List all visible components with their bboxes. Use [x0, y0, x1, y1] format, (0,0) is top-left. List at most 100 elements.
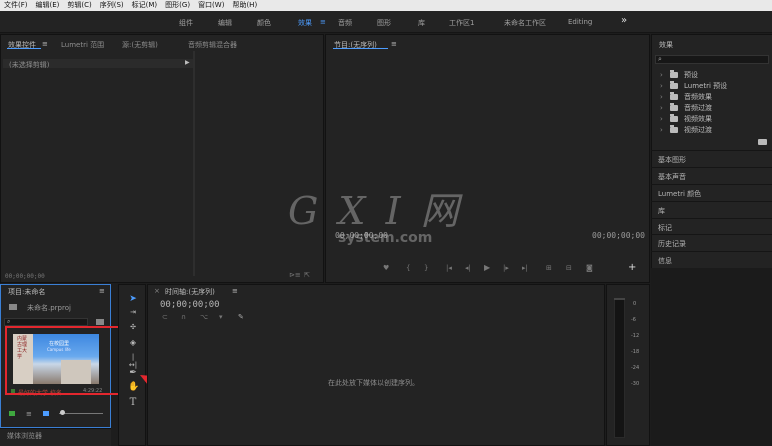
effect-controls-timecode[interactable]: 00;00;00;00	[5, 273, 45, 280]
panel-divider	[193, 51, 195, 276]
nest-toggle-icon[interactable]: ⊂	[162, 313, 168, 321]
add-marker-icon[interactable]: ▾	[219, 313, 223, 321]
folder-icon	[670, 70, 678, 78]
slip-tool-icon[interactable]: |↔|	[128, 353, 138, 369]
project-file-icon	[9, 304, 17, 310]
menu-clip[interactable]: 剪辑(C)	[63, 0, 95, 11]
zoom-slider[interactable]	[59, 413, 103, 414]
ripple-edit-tool-icon[interactable]: ✣	[128, 323, 138, 331]
tab-menu-icon[interactable]: ≡	[42, 40, 48, 48]
timeline-title[interactable]: 时间轴:(无序列)	[165, 287, 215, 297]
add-button-icon[interactable]: +	[628, 262, 636, 273]
panel-markers[interactable]: 标记	[651, 218, 772, 234]
step-back-icon[interactable]: ◂|	[465, 264, 471, 272]
linked-selection-icon[interactable]: ⌥	[200, 313, 208, 321]
tab-source[interactable]: 源:(无剪辑)	[122, 40, 158, 50]
chevron-right-icon: ›	[660, 126, 663, 134]
workspace-tab-editing[interactable]: 编辑	[218, 18, 232, 28]
menu-graphics[interactable]: 图形(G)	[161, 0, 194, 11]
panel-lumetri-color[interactable]: Lumetri 颜色	[651, 184, 772, 200]
no-clip-label: (未选择剪辑)	[9, 61, 50, 69]
no-clip-bar: (未选择剪辑) ▶	[3, 59, 193, 69]
effects-item-presets[interactable]: › 预设	[660, 70, 698, 80]
zoom-slider-handle[interactable]	[60, 410, 65, 415]
play-icon[interactable]: ▶	[484, 263, 490, 272]
lift-icon[interactable]: ⊞	[546, 264, 552, 272]
hand-tool-icon[interactable]: ✋	[128, 382, 139, 392]
go-to-in-icon[interactable]: |◂	[446, 264, 452, 272]
type-tool-icon[interactable]: T	[128, 397, 138, 408]
tab-lumetri-scopes[interactable]: Lumetri 范围	[61, 40, 104, 50]
watermark-site: system.com	[338, 230, 433, 246]
panel-essential-sound[interactable]: 基本声音	[651, 167, 772, 183]
workspace-tab-libraries[interactable]: 库	[418, 18, 425, 28]
effects-item-video-effects[interactable]: › 视频效果	[660, 114, 712, 124]
menu-file[interactable]: 文件(F)	[0, 0, 32, 11]
workspace-tab-color[interactable]: 颜色	[257, 18, 271, 28]
timeline-settings-icon[interactable]: ✎	[238, 313, 244, 321]
mark-in-icon[interactable]: {	[406, 264, 410, 272]
program-timecode-right: 00;00;00;00	[592, 231, 645, 240]
chevron-right-icon: ›	[660, 93, 663, 101]
menu-window[interactable]: 窗口(W)	[194, 0, 228, 11]
effects-item-audio-transitions[interactable]: › 音频过渡	[660, 103, 712, 113]
active-tab-underline	[7, 48, 41, 49]
more-workspaces-icon[interactable]: »	[621, 15, 627, 26]
export-icon[interactable]: ⇱	[304, 271, 310, 279]
empty-dock-area	[651, 268, 772, 446]
effect-controls-panel: 效果控件 ≡ Lumetri 范围 源:(无剪辑) 音频剪辑混合器 (未选择剪辑…	[0, 34, 324, 283]
list-view-icon[interactable]: ≡	[26, 410, 32, 418]
filter-bin-icon[interactable]	[96, 319, 104, 325]
panel-info[interactable]: 信息	[651, 251, 772, 267]
tab-media-browser[interactable]: 媒体浏览器	[7, 431, 42, 441]
project-search-input[interactable]: ⌕	[4, 318, 88, 326]
effects-item-lumetri-presets[interactable]: › Lumetri 预设	[660, 81, 727, 91]
workspace-tab-untitled[interactable]: 未命名工作区	[504, 18, 546, 28]
selection-tool-icon[interactable]: ➤	[128, 294, 138, 304]
step-forward-icon[interactable]: |▸	[503, 264, 509, 272]
menu-marker[interactable]: 标记(M)	[128, 0, 162, 11]
workspace-tab-editing-en[interactable]: Editing	[568, 18, 592, 26]
close-tab-icon[interactable]: ×	[154, 287, 160, 295]
icon-view-icon[interactable]	[43, 411, 49, 416]
effects-search-input[interactable]: ⌕	[655, 55, 769, 64]
workspace-tab-effects[interactable]: 效果	[298, 18, 312, 28]
razor-tool-icon[interactable]: ◈	[128, 338, 138, 347]
timeline-timecode[interactable]: 00;00;00;00	[160, 300, 220, 310]
meter-tick-18: -18	[631, 349, 640, 355]
add-marker-icon[interactable]: ♥	[383, 264, 389, 272]
menu-help[interactable]: 帮助(H)	[228, 0, 261, 11]
menu-sequence[interactable]: 序列(S)	[96, 0, 128, 11]
lock-icon[interactable]	[9, 411, 15, 416]
pen-tool-icon[interactable]: ✒	[128, 368, 138, 378]
search-icon: ⌕	[7, 318, 11, 325]
snap-icon[interactable]: ∩	[181, 313, 186, 321]
effects-item-video-transitions[interactable]: › 视频过渡	[660, 125, 712, 135]
workspace-tab-audio[interactable]: 音频	[338, 18, 352, 28]
effects-title[interactable]: 效果	[659, 40, 673, 50]
new-bin-icon[interactable]	[758, 139, 767, 145]
panel-libraries[interactable]: 库	[651, 201, 772, 217]
project-menu-icon[interactable]: ≡	[99, 287, 105, 295]
track-select-tool-icon[interactable]: ⇥	[128, 308, 138, 316]
workspace-tab-workspace1[interactable]: 工作区1	[449, 18, 474, 28]
program-menu-icon[interactable]: ≡	[391, 40, 397, 48]
tab-audio-clip-mixer[interactable]: 音频剪辑混合器	[188, 40, 237, 50]
extract-icon[interactable]: ⊟	[566, 264, 572, 272]
timeline-menu-icon[interactable]: ≡	[232, 287, 238, 295]
go-to-out-icon[interactable]: ▸|	[522, 264, 528, 272]
project-title[interactable]: 项目:未命名	[8, 287, 45, 297]
panel-history[interactable]: 历史记录	[651, 234, 772, 250]
workspace-menu-icon[interactable]: ≡	[320, 18, 326, 26]
camera-icon[interactable]: ◙	[586, 264, 593, 272]
watermark-logo: G X I 网	[288, 189, 463, 233]
panel-essential-graphics[interactable]: 基本图形	[651, 150, 772, 166]
filter-icon[interactable]: ⊳≡	[289, 271, 301, 279]
play-triangle-icon[interactable]: ▶	[185, 59, 190, 66]
workspace-tab-graphics[interactable]: 图形	[377, 18, 391, 28]
effects-item-audio-effects[interactable]: › 音频效果	[660, 92, 712, 102]
menu-edit[interactable]: 编辑(E)	[32, 0, 64, 11]
workspace-tab-assembly[interactable]: 组件	[179, 18, 193, 28]
mark-out-icon[interactable]: }	[424, 264, 428, 272]
timeline-drop-hint: 在此处放下媒体以创建序列。	[328, 379, 419, 387]
